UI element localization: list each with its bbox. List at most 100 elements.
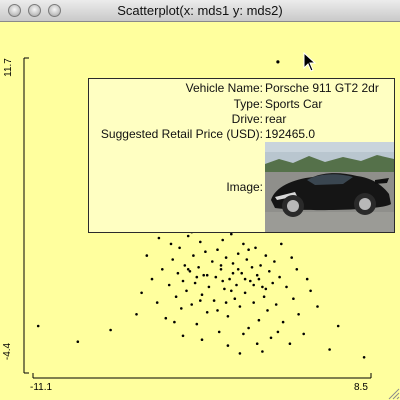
scatter-point[interactable] <box>171 258 174 261</box>
scatter-point[interactable] <box>259 264 262 267</box>
scatter-point[interactable] <box>247 248 250 251</box>
scatter-point[interactable] <box>200 338 204 342</box>
scatter-point[interactable] <box>145 254 149 257</box>
scatter-point[interactable] <box>223 287 226 291</box>
scatter-point[interactable] <box>302 332 306 336</box>
scatter-point[interactable] <box>135 313 138 316</box>
scatter-point[interactable] <box>297 313 300 316</box>
title-bar[interactable]: Scatterplot(x: mds1 y: mds2) <box>0 0 400 22</box>
scatter-point[interactable] <box>202 273 205 277</box>
scatter-point[interactable] <box>231 262 235 265</box>
scatter-point[interactable] <box>161 268 164 271</box>
scatter-point[interactable] <box>230 232 233 236</box>
resize-grip-icon[interactable] <box>386 386 400 400</box>
scatter-point[interactable] <box>221 279 224 283</box>
scatter-point[interactable] <box>290 256 294 259</box>
scatter-point[interactable] <box>336 324 340 328</box>
scatter-point[interactable] <box>157 236 161 240</box>
scatter-point[interactable] <box>316 305 319 308</box>
scatter-point[interactable] <box>236 252 240 255</box>
scatter-point[interactable] <box>269 336 273 340</box>
scatter-point[interactable] <box>257 318 261 322</box>
scatter-point[interactable] <box>76 340 80 344</box>
scatter-point[interactable] <box>243 277 247 281</box>
scatter-point[interactable] <box>200 293 204 297</box>
scatter-point[interactable] <box>288 342 292 346</box>
scatter-point[interactable] <box>274 303 278 306</box>
scatter-point[interactable] <box>328 348 331 351</box>
scatter-point[interactable] <box>197 266 200 269</box>
scatter-point[interactable] <box>176 271 180 275</box>
scatter-point[interactable] <box>309 289 312 293</box>
scatter-point[interactable] <box>249 279 252 283</box>
scatter-point[interactable] <box>195 322 199 326</box>
scatter-point[interactable] <box>186 268 190 271</box>
scatter-point[interactable] <box>204 250 207 253</box>
scatter-point[interactable] <box>242 242 245 246</box>
scatter-point[interactable] <box>268 270 271 273</box>
scatter-point[interactable] <box>273 260 276 263</box>
scatter-point[interactable] <box>219 264 223 267</box>
scatter-point[interactable] <box>155 301 159 304</box>
scatter-point[interactable] <box>199 299 202 302</box>
scatter-point[interactable] <box>216 248 219 251</box>
scatter-point[interactable] <box>238 352 242 355</box>
scatter-point[interactable] <box>181 334 185 338</box>
scatter-point[interactable] <box>278 275 281 279</box>
scatter-point[interactable] <box>181 279 185 283</box>
scatter-point[interactable] <box>305 277 309 281</box>
scatter-point[interactable] <box>252 283 255 287</box>
scatter-point[interactable] <box>231 271 235 275</box>
scatter-point[interactable] <box>183 264 187 267</box>
scatter-point[interactable] <box>252 301 255 304</box>
scatter-point[interactable] <box>262 295 266 299</box>
scatter-point[interactable] <box>236 268 240 271</box>
scatter-point[interactable] <box>169 242 173 246</box>
scatter-point[interactable] <box>226 344 230 347</box>
scatter-point[interactable] <box>226 315 230 318</box>
scatter-point[interactable] <box>193 281 197 285</box>
scatter-point[interactable] <box>254 246 257 250</box>
scatter-point[interactable] <box>242 332 245 336</box>
scatter-point[interactable] <box>271 281 275 285</box>
scatter-point[interactable] <box>180 307 183 310</box>
scatter-point[interactable] <box>205 273 209 277</box>
scatter-point[interactable] <box>247 326 250 330</box>
scatter-point[interactable] <box>295 268 299 271</box>
scatter-point[interactable] <box>250 266 254 269</box>
scatter-point[interactable] <box>178 246 181 250</box>
scatter-point[interactable] <box>362 356 366 359</box>
scatter-point[interactable] <box>195 275 199 279</box>
scatter-point[interactable] <box>140 291 143 295</box>
scatter-point[interactable] <box>36 324 40 328</box>
scatter-point[interactable] <box>167 283 171 287</box>
scatter-point[interactable] <box>190 303 193 306</box>
scatter-point[interactable] <box>214 275 218 279</box>
scatter-point[interactable] <box>264 287 268 291</box>
scatter-point[interactable] <box>235 283 238 287</box>
scatter-point[interactable] <box>292 297 295 301</box>
scatter-point[interactable] <box>211 260 214 263</box>
scatter-point[interactable] <box>219 268 223 271</box>
scatter-point[interactable] <box>150 277 154 281</box>
scatter-point[interactable] <box>224 256 228 259</box>
scatter-point[interactable] <box>276 330 280 334</box>
scatter-point[interactable] <box>212 299 216 302</box>
scatter-point[interactable] <box>264 254 268 257</box>
scatter-point[interactable] <box>243 291 247 295</box>
scatter-point[interactable] <box>255 342 259 346</box>
scatter-point[interactable] <box>173 320 176 324</box>
scatter-point[interactable] <box>207 285 211 289</box>
highlighted-scatter-point[interactable] <box>276 60 280 64</box>
scatter-point[interactable] <box>281 320 285 324</box>
scatter-point[interactable] <box>280 242 283 246</box>
scatter-point[interactable] <box>285 285 288 289</box>
scatter-point[interactable] <box>261 350 264 353</box>
scatter-point[interactable] <box>174 295 178 299</box>
scatter-point[interactable] <box>109 328 112 332</box>
scatter-point[interactable] <box>186 234 190 238</box>
scatter-point[interactable] <box>228 277 231 281</box>
scatter-point[interactable] <box>205 311 209 314</box>
scatter-point[interactable] <box>233 297 237 301</box>
scatter-point[interactable] <box>224 301 228 304</box>
